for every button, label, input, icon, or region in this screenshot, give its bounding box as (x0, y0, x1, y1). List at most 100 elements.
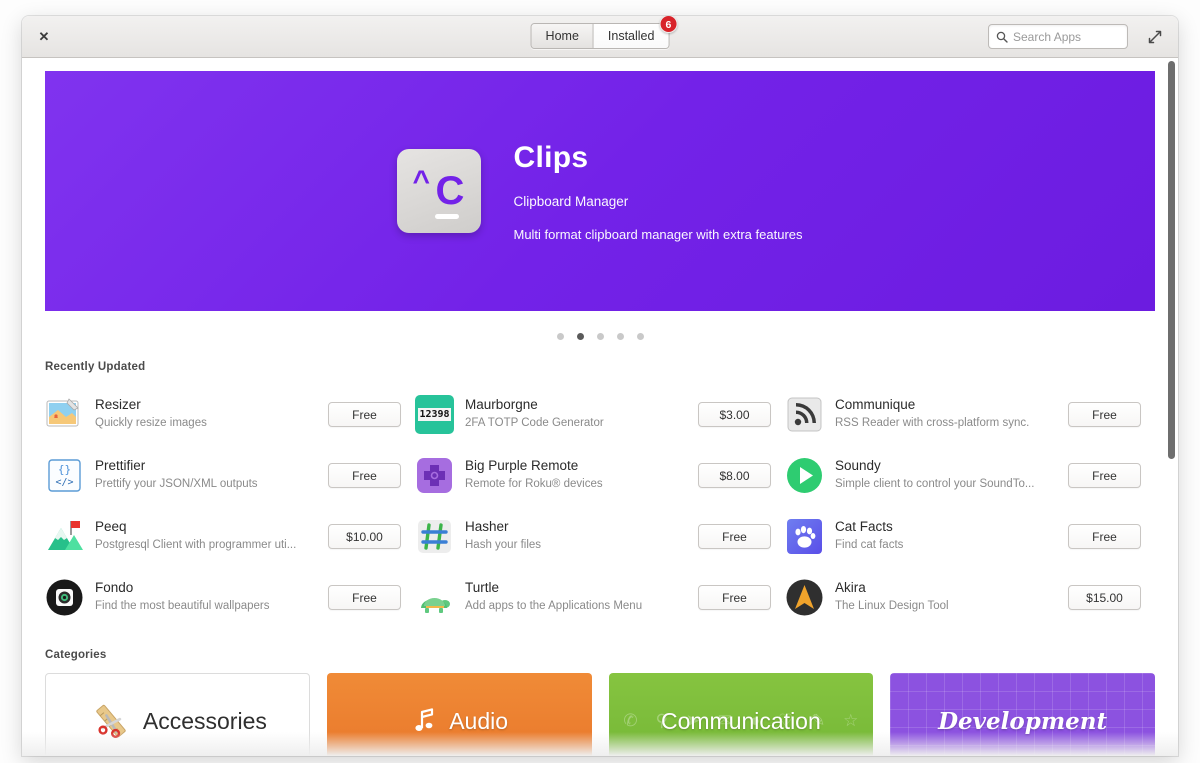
image-resize-icon (45, 395, 84, 434)
window-titlebar: ✕ Home Installed 6 (22, 16, 1178, 58)
carousel-dot-0[interactable] (556, 333, 564, 340)
app-name: Prettifier (95, 458, 146, 474)
paw-icon (785, 517, 824, 556)
close-icon[interactable]: ✕ (34, 27, 54, 47)
app-list-item[interactable]: Hasher Hash your files Free (415, 506, 785, 567)
app-description: Hash your files (465, 539, 542, 552)
app-meta: Hasher Hash your files (465, 519, 698, 553)
recently-updated-grid: Resizer Quickly resize images Free 12398 Mau… (45, 384, 1155, 628)
app-list-item[interactable]: Resizer Quickly resize images Free (45, 384, 415, 445)
app-description: Prettify your JSON/XML outputs (95, 478, 258, 491)
digits-icon: 12398 (415, 395, 454, 434)
app-price-button[interactable]: Free (698, 585, 771, 610)
carousel-dot-1[interactable] (576, 333, 584, 340)
app-meta: Turtle Add apps to the Applications Menu (465, 580, 698, 614)
music-note-icon (410, 706, 440, 736)
main-content: ^ C Clips Clipboard Manager Multi format… (22, 58, 1178, 756)
app-list-item[interactable]: Communique RSS Reader with cross-platform… (785, 384, 1155, 445)
appcenter-window: ✕ Home Installed 6 Search Apps ^ C Clips… (22, 16, 1178, 756)
app-meta: Resizer Quickly resize images (95, 397, 328, 431)
category-card[interactable]: Audio (326, 673, 592, 756)
mountain-flag-icon (45, 517, 84, 556)
app-name: Turtle (465, 580, 500, 596)
tab-installed-label: Installed (607, 29, 655, 43)
carousel-dot-4[interactable] (636, 333, 644, 340)
app-name: Akira (835, 580, 866, 596)
app-price-button[interactable]: $10.00 (328, 524, 401, 549)
clips-app-icon: ^ C (397, 149, 482, 233)
app-name: Cat Facts (835, 519, 893, 535)
banner-inner: ^ C Clips Clipboard Manager Multi format… (397, 141, 803, 242)
tab-installed[interactable]: Installed 6 (593, 16, 678, 48)
app-meta: Peeq Postgresql Client with programmer ut… (95, 519, 328, 553)
app-description: The Linux Design Tool (835, 600, 949, 613)
category-label: Accessories (142, 707, 267, 734)
app-price-button[interactable]: Free (1068, 524, 1141, 549)
category-label: Development (938, 707, 1108, 735)
search-box[interactable] (988, 24, 1128, 49)
app-description: 2FA TOTP Code Generator (465, 417, 604, 430)
app-list-item[interactable]: {} </> Prettifier Prettify your JSON/XML ou… (45, 445, 415, 506)
installed-badge: 6 (659, 16, 678, 33)
carousel-dots (45, 333, 1155, 340)
category-card[interactable]: ✆ ⚲ ➤ ✉ ● ♡ ✎ ☆ Communication (608, 673, 874, 756)
category-card[interactable]: Accessories (45, 673, 310, 756)
app-list-item[interactable]: 12398 Maurborgne 2FA TOTP Code Generator $3… (415, 384, 785, 445)
app-meta: Prettifier Prettify your JSON/XML outputs (95, 458, 328, 492)
c-glyph: C (435, 169, 465, 213)
vertical-scrollbar[interactable] (1168, 61, 1175, 459)
app-list-item[interactable]: Peeq Postgresql Client with programmer ut… (45, 506, 415, 567)
app-list-item[interactable]: Akira The Linux Design Tool $15.00 (785, 567, 1155, 628)
icon-underline (435, 214, 460, 219)
app-description: Add apps to the Applications Menu (465, 600, 643, 613)
app-price-button[interactable]: Free (1068, 463, 1141, 488)
search-input[interactable] (1013, 29, 1120, 44)
app-description: Find the most beautiful wallpapers (95, 600, 270, 613)
app-meta: Akira The Linux Design Tool (835, 580, 1068, 614)
play-circle-icon (785, 456, 824, 495)
rss-icon (785, 395, 824, 434)
category-label: Audio (449, 707, 509, 734)
app-list-item[interactable]: Big Purple Remote Remote for Roku® device… (415, 445, 785, 506)
hash-icon (415, 517, 454, 556)
banner-text: Clips Clipboard Manager Multi format cli… (513, 141, 802, 242)
categories-grid: Accessories Audio ✆ ⚲ ➤ ✉ ● ♡ ✎ ☆ Communication Dev… (45, 673, 1155, 756)
app-price-button[interactable]: Free (328, 585, 401, 610)
svg-text:</>: </> (55, 477, 73, 488)
app-name: Communique (835, 397, 916, 413)
arrow-compass-icon (785, 578, 824, 617)
app-meta: Soundy Simple client to control your Soun… (835, 458, 1068, 492)
app-name: Fondo (95, 580, 134, 596)
carousel-dot-3[interactable] (616, 333, 624, 340)
app-list-item[interactable]: Soundy Simple client to control your Soun… (785, 445, 1155, 506)
app-price-button[interactable]: $15.00 (1068, 585, 1141, 610)
app-list-item[interactable]: Turtle Add apps to the Applications Menu F… (415, 567, 785, 628)
app-meta: Fondo Find the most beautiful wallpapers (95, 580, 328, 614)
app-list-item[interactable]: Cat Facts Find cat facts Free (785, 506, 1155, 567)
carousel-dot-2[interactable] (596, 333, 604, 340)
app-description: Quickly resize images (95, 417, 207, 430)
view-tabs: Home Installed 6 (530, 16, 678, 49)
category-card[interactable]: Development (890, 673, 1155, 756)
search-icon (996, 31, 1008, 43)
app-meta: Cat Facts Find cat facts (835, 519, 1068, 553)
app-name: Big Purple Remote (465, 458, 579, 474)
turtle-icon (415, 578, 454, 617)
app-description: Simple client to control your SoundTo... (835, 478, 1035, 491)
app-description: Postgresql Client with programmer uti... (95, 539, 297, 552)
banner-subtitle: Clipboard Manager (513, 193, 629, 209)
app-price-button[interactable]: Free (328, 402, 401, 427)
app-price-button[interactable]: Free (1068, 402, 1141, 427)
expand-icon[interactable] (1146, 28, 1164, 46)
dpad-icon (415, 456, 454, 495)
featured-banner[interactable]: ^ C Clips Clipboard Manager Multi format… (45, 71, 1155, 311)
app-list-item[interactable]: Fondo Find the most beautiful wallpapers F… (45, 567, 415, 628)
app-name: Resizer (95, 397, 141, 413)
app-description: Remote for Roku® devices (465, 478, 603, 491)
app-price-button[interactable]: $8.00 (698, 463, 771, 488)
app-price-button[interactable]: $3.00 (698, 402, 771, 427)
app-price-button[interactable]: Free (698, 524, 771, 549)
tab-home[interactable]: Home (531, 24, 594, 48)
app-price-button[interactable]: Free (328, 463, 401, 488)
app-name: Soundy (835, 458, 881, 474)
